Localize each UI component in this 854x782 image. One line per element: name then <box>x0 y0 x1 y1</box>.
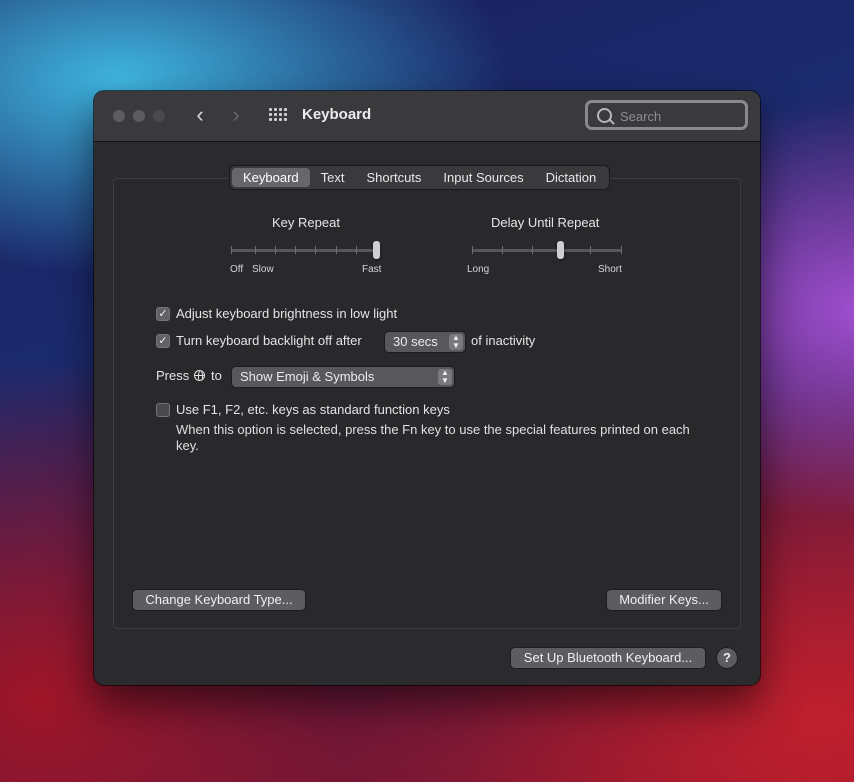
minimize-window-button[interactable] <box>133 110 145 122</box>
fn-keys-label: Use F1, F2, etc. keys as standard functi… <box>176 402 450 417</box>
search-input[interactable] <box>618 105 742 127</box>
key-repeat-knob[interactable] <box>373 241 380 259</box>
back-button[interactable]: ‹ <box>188 103 212 129</box>
brightness-label: Adjust keyboard brightness in low light <box>176 306 398 321</box>
tab-keyboard[interactable]: Keyboard <box>232 168 310 187</box>
delay-short-label: Short <box>598 264 622 275</box>
backlight-timeout-value: 30 secs <box>393 334 438 349</box>
globe-icon <box>194 370 205 381</box>
window-title: Keyboard <box>302 106 372 123</box>
key-repeat-slow-label: Slow <box>252 264 274 275</box>
fn-keys-description: When this option is selected, press the … <box>176 422 690 453</box>
zoom-window-button[interactable] <box>153 110 165 122</box>
search-field[interactable] <box>585 100 748 130</box>
backlight-suffix-label: of inactivity <box>471 333 536 348</box>
globe-key-action-popup[interactable]: Show Emoji & Symbols ▲ ▼ <box>232 367 454 387</box>
grid-icon[interactable] <box>269 108 287 124</box>
tab-input-sources[interactable]: Input Sources <box>432 168 534 187</box>
fn-keys-checkbox[interactable] <box>156 403 170 417</box>
delay-until-repeat-title: Delay Until Repeat <box>491 215 600 230</box>
globe-key-action-value: Show Emoji & Symbols <box>240 369 375 384</box>
delay-until-repeat-knob[interactable] <box>557 241 564 259</box>
tab-text[interactable]: Text <box>310 168 356 187</box>
change-keyboard-type-button[interactable]: Change Keyboard Type... <box>133 590 305 610</box>
preferences-window: ‹ › Keyboard Keyboard Text Shortcuts Inp… <box>94 91 760 685</box>
backlight-checkbox[interactable]: ✓ <box>156 334 170 348</box>
updown-chevron-icon: ▲ ▼ <box>438 369 452 385</box>
chevron-left-icon: ‹ <box>196 102 204 127</box>
key-repeat-fast-label: Fast <box>362 264 382 275</box>
backlight-label: Turn keyboard backlight off after <box>176 333 362 348</box>
key-repeat-off-label: Off <box>230 264 244 275</box>
tab-shortcuts[interactable]: Shortcuts <box>356 168 433 187</box>
help-button[interactable]: ? <box>717 648 737 668</box>
modifier-keys-button[interactable]: Modifier Keys... <box>607 590 721 610</box>
setup-bluetooth-keyboard-button[interactable]: Set Up Bluetooth Keyboard... <box>511 648 705 668</box>
press-label: Press <box>156 368 190 383</box>
tab-dictation[interactable]: Dictation <box>535 168 608 187</box>
backlight-timeout-popup[interactable]: 30 secs ▲ ▼ <box>385 332 465 352</box>
key-repeat-title: Key Repeat <box>272 215 340 230</box>
brightness-checkbox[interactable]: ✓ <box>156 307 170 321</box>
search-icon <box>597 108 612 123</box>
press-to-label: to <box>211 368 222 383</box>
close-window-button[interactable] <box>113 110 125 122</box>
chevron-right-icon: › <box>232 102 240 127</box>
titlebar: ‹ › Keyboard <box>94 91 760 142</box>
updown-chevron-icon: ▲ ▼ <box>449 334 463 350</box>
tab-bar: Keyboard Text Shortcuts Input Sources Di… <box>230 166 610 189</box>
delay-long-label: Long <box>467 264 490 275</box>
forward-button[interactable]: › <box>224 103 248 129</box>
